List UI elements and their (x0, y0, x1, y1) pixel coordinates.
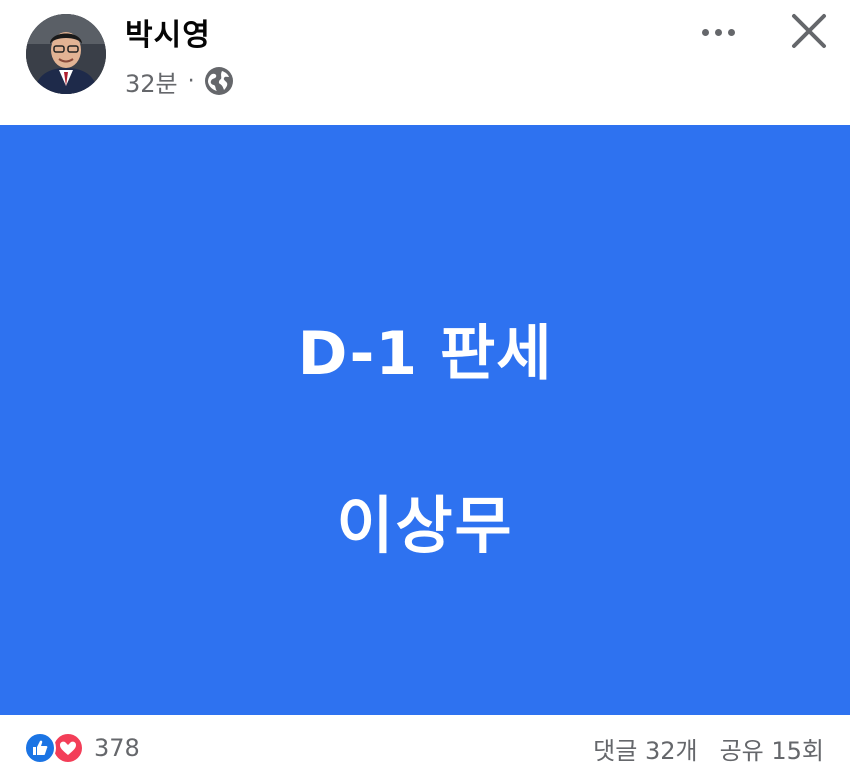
love-icon (52, 732, 84, 764)
like-icon (24, 732, 56, 764)
author-name[interactable]: 박시영 (125, 10, 211, 54)
post-meta: 32분 · (125, 64, 235, 98)
meta-separator: · (187, 68, 195, 94)
more-options-button[interactable] (694, 14, 742, 50)
comment-count[interactable]: 댓글 32개 (593, 731, 697, 766)
globe-icon (204, 67, 233, 95)
post-stats: 댓글 32개 공유 15회 (593, 731, 824, 765)
image-text-line-2: 이상무 (336, 489, 514, 562)
post-header: 박시영 32분 · (0, 0, 850, 125)
post-footer: 378 댓글 32개 공유 15회 (0, 715, 850, 776)
author-avatar[interactable] (26, 14, 106, 94)
reactions-summary[interactable]: 378 (24, 731, 140, 765)
close-icon[interactable] (786, 8, 832, 54)
more-horizontal-icon (701, 28, 709, 36)
post-image[interactable]: D-1 판세 이상무 (0, 125, 850, 715)
post-time[interactable]: 32분 (125, 64, 178, 99)
reaction-count: 378 (94, 734, 140, 762)
share-count[interactable]: 공유 15회 (720, 731, 824, 766)
image-text-line-1: D-1 판세 (297, 319, 553, 389)
